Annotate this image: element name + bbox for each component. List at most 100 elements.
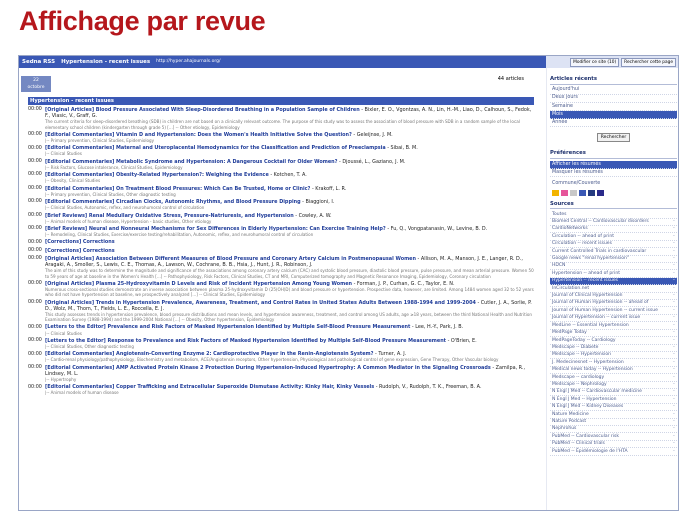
remove-source-icon[interactable]: –	[673, 397, 675, 403]
source-item[interactable]: J. Medecinesnet -- Hypertension –	[550, 359, 677, 367]
article-title-link[interactable]: [Corrections] Corrections	[45, 239, 115, 245]
remove-source-icon[interactable]: –	[673, 360, 675, 366]
remove-source-icon[interactable]: –	[673, 271, 675, 277]
source-item[interactable]: Google news "renal hypertension" –	[550, 256, 677, 264]
source-item[interactable]: Circulation -- recent issues –	[550, 241, 677, 249]
article-title-link[interactable]: [Editorial Commentaries] Vitamin D and H…	[45, 132, 352, 138]
modify-site-button[interactable]: Modifier ce site (10)	[570, 57, 620, 67]
source-item[interactable]: Medscape -- cardiology –	[550, 374, 677, 382]
source-item[interactable]: Journal of Human Hypertension -- current…	[550, 307, 677, 315]
remove-source-icon[interactable]: –	[673, 300, 675, 306]
article-title-link[interactable]: [Letters to the Editor] Prevalence and R…	[45, 324, 410, 330]
source-item[interactable]: PubMed -- Clinical trials –	[550, 441, 677, 449]
remove-source-icon[interactable]: –	[673, 382, 675, 388]
remove-source-icon[interactable]: –	[673, 449, 675, 455]
show-summaries-option[interactable]: Afficher les résumés	[550, 161, 677, 170]
remove-source-icon[interactable]: –	[673, 404, 675, 410]
source-item[interactable]: Medscape -- Nephrology –	[550, 382, 677, 389]
article-title-link[interactable]: [Editorial Commentaries] AMP Activated P…	[45, 365, 491, 371]
source-item[interactable]: Journal of Hypertension -- current issue…	[550, 315, 677, 323]
remove-source-icon[interactable]: –	[673, 293, 675, 299]
remove-source-icon[interactable]: –	[673, 434, 675, 440]
hide-summaries-option[interactable]: Masquer les résumés	[550, 169, 677, 178]
remove-source-icon[interactable]: –	[673, 426, 675, 432]
remove-source-icon[interactable]: –	[673, 375, 675, 381]
remove-source-icon[interactable]: –	[673, 323, 675, 329]
source-item[interactable]: Circulation -- ahead of print –	[550, 233, 677, 241]
article-title-link[interactable]: [Brief Reviews] Neural and Nonneural Mec…	[45, 226, 386, 232]
source-item[interactable]: N Engl J Med -- Kidney Diseases –	[550, 404, 677, 412]
article-title-link[interactable]: [Editorial Commentaries] On Treatment Bl…	[45, 186, 310, 192]
article-title-link[interactable]: [Editorial Commentaries] Angiotensin-Con…	[45, 351, 373, 357]
source-item[interactable]: HDCN –	[550, 263, 677, 271]
remove-source-icon[interactable]: –	[673, 315, 675, 321]
remove-source-icon[interactable]: –	[673, 249, 675, 255]
remove-source-icon[interactable]: –	[673, 389, 675, 395]
source-item[interactable]: Current Controlled Trials in cardiovascu…	[550, 248, 677, 256]
remove-source-icon[interactable]: –	[673, 278, 675, 284]
remove-source-icon[interactable]: –	[673, 338, 675, 344]
recent-filter-item[interactable]: Mois	[550, 111, 677, 120]
source-item[interactable]: Journal of Human Hypertension -- ahead o…	[550, 300, 677, 308]
article-title-link[interactable]: [Editorial Commentaries] Metabolic Syndr…	[45, 159, 337, 165]
remove-source-icon[interactable]: –	[673, 219, 675, 225]
remove-source-icon[interactable]: –	[673, 263, 675, 269]
remove-source-icon[interactable]: –	[673, 441, 675, 447]
remove-source-icon[interactable]: –	[673, 308, 675, 314]
article-title-link[interactable]: [Original Articles] Trends in Hypertensi…	[45, 300, 476, 306]
source-item[interactable]: Medscape -- Diabete –	[550, 345, 677, 352]
remove-source-icon[interactable]: –	[673, 419, 675, 425]
remove-source-icon[interactable]: –	[673, 352, 675, 358]
brand-link[interactable]: Sedna RSS	[22, 59, 55, 66]
source-item[interactable]: CardioNetworks –	[550, 226, 677, 234]
color-swatch[interactable]	[597, 189, 604, 196]
remove-source-icon[interactable]: –	[673, 226, 675, 232]
source-item[interactable]: Medscape -- Hypertension –	[550, 352, 677, 360]
source-item[interactable]: Nature Podcast –	[550, 419, 677, 426]
recent-filter-item[interactable]: Année	[550, 119, 677, 128]
source-item[interactable]: PubMed -- Épidémiologie de l'HTA –	[550, 448, 677, 456]
article-title-link[interactable]: [Corrections] Corrections	[45, 248, 115, 254]
feed-url-link[interactable]: http://hyper.ahajournals.org/	[156, 59, 220, 65]
article-title-link[interactable]: [Original Articles] Blood Pressure Assoc…	[45, 107, 360, 113]
remove-source-icon[interactable]: –	[673, 367, 675, 373]
source-item[interactable]: N Engl J Med -- Hypertension –	[550, 396, 677, 404]
source-item[interactable]: N Engl J Med -- Cardiovascular medicine –	[550, 389, 677, 397]
source-item[interactable]: Biomed Central -- Cardiovascular disorde…	[550, 219, 677, 227]
source-item[interactable]: Nature Medicine –	[550, 411, 677, 419]
article-title-link[interactable]: [Original Articles] Association Between …	[45, 256, 416, 262]
search-button[interactable]: Rechercher	[596, 133, 631, 143]
article-title-link[interactable]: [Original Articles] Plasma 25-Hydroxyvit…	[45, 281, 352, 287]
color-swatch[interactable]	[552, 189, 559, 196]
article-title-link[interactable]: [Brief Reviews] Renal Medullary Oxidativ…	[45, 213, 294, 219]
article-title-link[interactable]: [Editorial Commentaries] Copper Traffick…	[45, 384, 374, 390]
source-item[interactable]: MedPage Today –	[550, 330, 677, 338]
remove-source-icon[interactable]: –	[673, 234, 675, 240]
remove-source-icon[interactable]: –	[673, 330, 675, 336]
color-swatch[interactable]	[561, 189, 568, 196]
source-item[interactable]: Journal of Clinical Hypertension –	[550, 293, 677, 301]
remove-source-icon[interactable]: –	[673, 256, 675, 262]
source-item[interactable]: Hypertension -- ahead of print –	[550, 270, 677, 278]
remove-source-icon[interactable]: –	[673, 345, 675, 351]
article-title-link[interactable]: [Editorial Commentaries] Circadian Clock…	[45, 199, 301, 205]
source-item[interactable]: Hypertension -- recent issues –	[550, 277, 677, 286]
article-title-link[interactable]: [Editorial Commentaries] Obesity-Related…	[45, 172, 269, 178]
recent-filter-item[interactable]: Aujourd'hui	[550, 87, 677, 95]
article-title-link[interactable]: [Editorial Commentaries] Maternal and Ut…	[45, 145, 386, 151]
recent-filter-item[interactable]: Deux jours	[550, 95, 677, 103]
article-title-link[interactable]: [Letters to the Editor] Response to Prev…	[45, 338, 446, 344]
source-item[interactable]: Medical news today -- Hypertension –	[550, 367, 677, 375]
remove-source-icon[interactable]: –	[673, 241, 675, 247]
recent-filter-item[interactable]: Semaine	[550, 103, 677, 112]
remove-source-icon[interactable]: –	[673, 412, 675, 418]
source-item[interactable]: InCirculation.net –	[550, 285, 677, 293]
search-page-button[interactable]: Rechercher cette page	[621, 57, 676, 67]
source-item[interactable]: Toutes	[550, 211, 677, 219]
color-swatch[interactable]	[570, 189, 577, 196]
source-item[interactable]: MedLine -- Essential Hypertension –	[550, 322, 677, 330]
source-item[interactable]: MedPageToday -- Cardiology –	[550, 337, 677, 345]
color-swatch[interactable]	[579, 189, 586, 196]
remove-source-icon[interactable]: –	[673, 286, 675, 292]
color-swatch[interactable]	[588, 189, 595, 196]
